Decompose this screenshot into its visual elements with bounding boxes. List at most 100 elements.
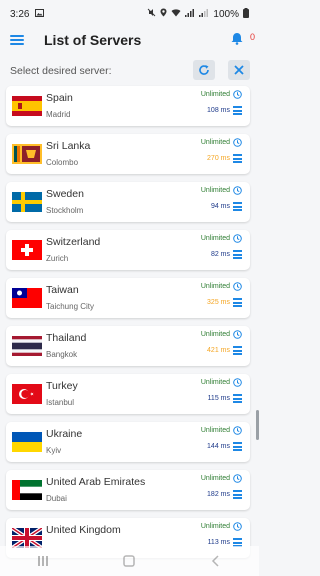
clock-icon <box>233 234 242 243</box>
server-plan: Unlimited <box>200 379 230 386</box>
clock-icon <box>233 522 242 531</box>
server-card-ukraine[interactable]: Ukraine Kyiv Unlimited 144 ms <box>6 422 250 462</box>
clock-icon <box>233 474 242 483</box>
server-card-srilanka[interactable]: Sri Lanka Colombo Unlimited 270 ms <box>6 134 250 174</box>
thailand-flag-icon <box>12 336 42 356</box>
server-card-uae[interactable]: United Arab Emirates Dubai Unlimited 182… <box>6 470 250 510</box>
server-card-turkey[interactable]: Turkey Istanbul Unlimited 115 ms <box>6 374 250 414</box>
server-list-icon <box>233 154 242 163</box>
close-button[interactable] <box>228 60 250 80</box>
recent-apps-button[interactable] <box>36 554 50 568</box>
server-ping: 421 ms <box>207 347 230 354</box>
status-time: 3:26 <box>10 8 30 20</box>
status-bar: 3:26 100% <box>0 0 259 28</box>
location-icon <box>160 8 167 20</box>
refresh-icon <box>199 65 209 75</box>
server-plan: Unlimited <box>200 523 230 530</box>
battery-icon <box>243 7 249 21</box>
server-list-icon <box>233 202 242 211</box>
server-ping: 113 ms <box>207 539 230 546</box>
server-ping: 325 ms <box>207 299 230 306</box>
server-city: Istanbul <box>46 398 75 407</box>
server-city: Madrid <box>46 110 71 119</box>
srilanka-flag-icon <box>12 144 42 164</box>
server-country: Sweden <box>46 188 84 200</box>
hamburger-menu-icon[interactable] <box>10 35 24 45</box>
server-country: Ukraine <box>46 428 83 440</box>
server-country: United Arab Emirates <box>46 476 146 488</box>
status-left: 3:26 <box>10 8 45 20</box>
close-icon <box>234 65 244 75</box>
server-ping: 82 ms <box>210 251 230 258</box>
select-server-label: Select desired server: <box>10 65 112 77</box>
bell-icon[interactable] <box>231 32 245 46</box>
signal-icon <box>185 8 195 20</box>
server-plan: Unlimited <box>200 139 230 146</box>
server-country: Turkey <box>46 380 78 392</box>
server-city: Dubai <box>46 494 67 503</box>
server-list-icon <box>233 346 242 355</box>
battery-percent: 100% <box>213 8 239 20</box>
server-city: Zurich <box>46 254 69 263</box>
system-nav-bar <box>0 546 259 576</box>
server-city: Kyiv <box>46 446 62 455</box>
spain-flag-icon <box>12 96 42 116</box>
server-card-spain[interactable]: Spain Madrid Unlimited 108 ms <box>6 86 250 126</box>
sweden-flag-icon <box>12 192 42 212</box>
mute-icon <box>147 8 156 20</box>
server-plan: Unlimited <box>200 235 230 242</box>
wifi-icon <box>171 8 181 20</box>
scrollbar[interactable] <box>256 410 259 440</box>
server-city: Taichung City <box>46 302 95 311</box>
server-country: Sri Lanka <box>46 140 91 152</box>
server-list-icon <box>233 250 242 259</box>
server-plan: Unlimited <box>200 331 230 338</box>
server-plan: Unlimited <box>200 91 230 98</box>
server-plan: Unlimited <box>200 187 230 194</box>
taiwan-flag-icon <box>12 288 42 308</box>
server-card-sweden[interactable]: Sweden Stockholm Unlimited 94 ms <box>6 182 250 222</box>
server-plan: Unlimited <box>200 283 230 290</box>
uae-flag-icon <box>12 480 42 500</box>
server-list-icon <box>233 298 242 307</box>
server-list-icon <box>233 394 242 403</box>
signal-icon-2 <box>199 8 209 20</box>
uk-flag-icon <box>12 528 42 548</box>
home-button[interactable] <box>122 554 136 568</box>
back-button[interactable] <box>209 554 223 568</box>
status-right: 100% <box>147 7 249 21</box>
turkey-flag-icon <box>12 384 42 404</box>
page-title: List of Servers <box>44 32 142 48</box>
gallery-icon <box>35 8 45 20</box>
refresh-button[interactable] <box>193 60 215 80</box>
server-list-icon <box>233 442 242 451</box>
server-country: Switzerland <box>46 236 101 248</box>
server-city: Colombo <box>46 158 79 167</box>
server-country: Thailand <box>46 332 87 344</box>
server-card-thailand[interactable]: Thailand Bangkok Unlimited 421 ms <box>6 326 250 366</box>
switzerland-flag-icon <box>12 240 42 260</box>
server-city: Stockholm <box>46 206 84 215</box>
app-bar: List of Servers 0 <box>0 28 259 52</box>
clock-icon <box>233 378 242 387</box>
clock-icon <box>233 282 242 291</box>
server-ping: 94 ms <box>210 203 230 210</box>
server-ping: 182 ms <box>207 491 230 498</box>
notification-count: 0 <box>249 32 255 42</box>
server-ping: 115 ms <box>207 395 230 402</box>
clock-icon <box>233 138 242 147</box>
server-list-icon <box>233 106 242 115</box>
server-list-icon <box>233 490 242 499</box>
server-card-switzerland[interactable]: Switzerland Zurich Unlimited 82 ms <box>6 230 250 270</box>
server-country: Taiwan <box>46 284 79 296</box>
clock-icon <box>233 426 242 435</box>
server-city: Bangkok <box>46 350 78 359</box>
server-plan: Unlimited <box>200 427 230 434</box>
server-ping: 108 ms <box>207 107 230 114</box>
server-card-taiwan[interactable]: Taiwan Taichung City Unlimited 325 ms <box>6 278 250 318</box>
server-country: Spain <box>46 92 73 104</box>
clock-icon <box>233 330 242 339</box>
server-ping: 270 ms <box>207 155 230 162</box>
clock-icon <box>233 186 242 195</box>
clock-icon <box>233 90 242 99</box>
